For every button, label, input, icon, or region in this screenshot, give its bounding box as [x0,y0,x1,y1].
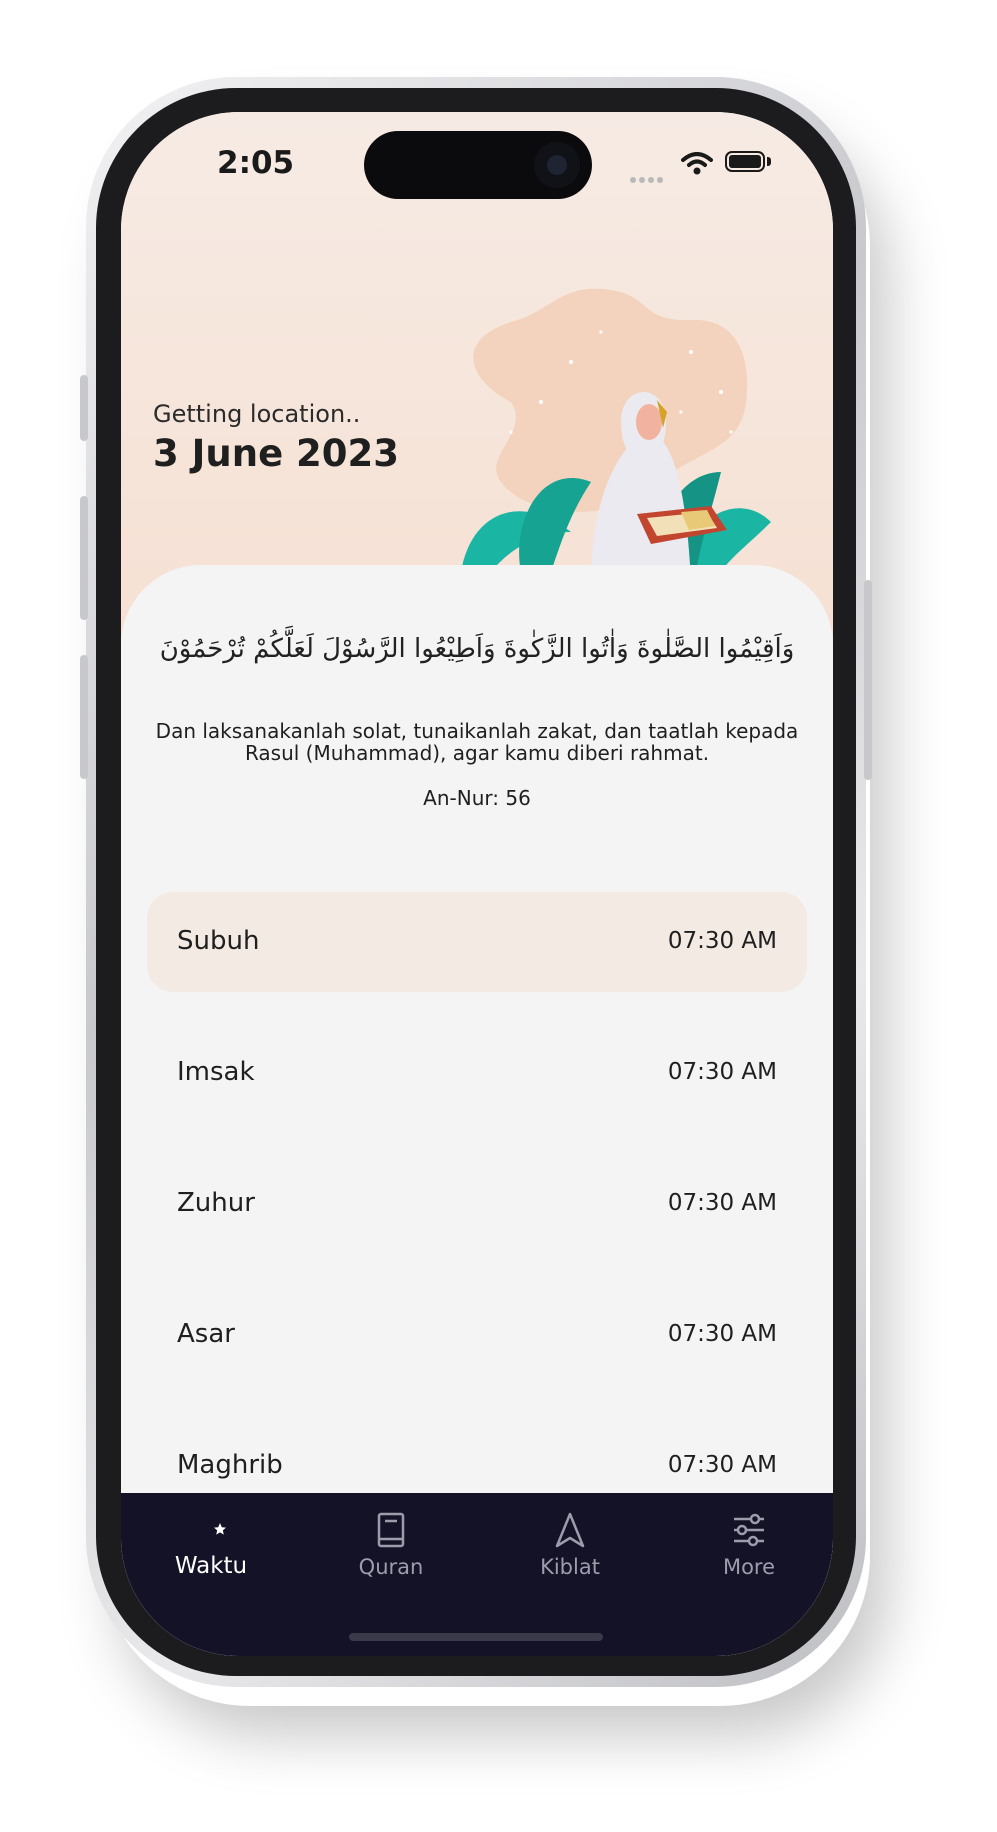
bottom-tab-bar: Waktu Quran Kiblat More [121,1493,833,1656]
location-status: Getting location.. [153,400,361,428]
prayer-name: Subuh [177,926,260,956]
prayer-row-imsak[interactable]: Imsak 07:30 AM [147,1023,807,1123]
prayer-row-asar[interactable]: Asar 07:30 AM [147,1285,807,1385]
ayah-reference: An-Nur: 56 [423,786,531,810]
prayer-row-subuh[interactable]: Subuh 07:30 AM [147,892,807,992]
tab-quran[interactable]: Quran [306,1511,476,1601]
tab-waktu[interactable]: Waktu [126,1511,296,1601]
navigation-arrow-icon [555,1512,585,1548]
prayer-time: 07:30 AM [667,1059,777,1085]
camera-icon [534,142,580,188]
praying-woman-illustration [461,288,771,582]
tab-more[interactable]: More [664,1511,833,1601]
home-indicator [349,1633,603,1641]
book-icon [377,1512,405,1548]
volume-up-button [80,496,88,620]
sliders-icon [734,1513,764,1547]
wifi-icon [681,152,713,175]
prayer-time: 07:30 AM [667,1321,777,1347]
tab-label-kiblat: Kiblat [540,1555,600,1579]
signal-icon [630,168,666,187]
dynamic-island [364,131,592,199]
battery-tip [767,157,771,166]
tab-label-more: More [722,1555,776,1579]
prayer-name: Imsak [177,1057,255,1087]
current-date: 3 June 2023 [153,432,400,475]
tab-label-waktu: Waktu [174,1553,248,1579]
prayer-time: 07:30 AM [667,928,777,954]
app-screen: 2:05 Getting location.. 3 June 2023 وَاَ… [121,112,833,1656]
tab-label-quran: Quran [358,1555,424,1579]
tab-kiblat[interactable]: Kiblat [485,1511,655,1601]
prayer-time: 07:30 AM [667,1190,777,1216]
prayer-name: Maghrib [177,1450,283,1480]
ayah-arabic: وَاَقِيْمُوا الصَّلٰوةَ وَاٰتُوا الزَّكٰ… [159,634,795,664]
status-time: 2:05 [217,145,295,181]
prayer-row-zuhur[interactable]: Zuhur 07:30 AM [147,1154,807,1254]
power-button [864,580,872,780]
action-button [80,375,88,441]
volume-down-button [80,655,88,779]
prayer-name: Asar [177,1319,235,1349]
prayer-time: 07:30 AM [667,1452,777,1478]
prayer-name: Zuhur [177,1188,255,1218]
ayah-translation: Dan laksanakanlah solat, tunaikanlah zak… [155,719,799,765]
battery-icon [725,151,765,172]
crescent-star-icon [198,1514,226,1544]
